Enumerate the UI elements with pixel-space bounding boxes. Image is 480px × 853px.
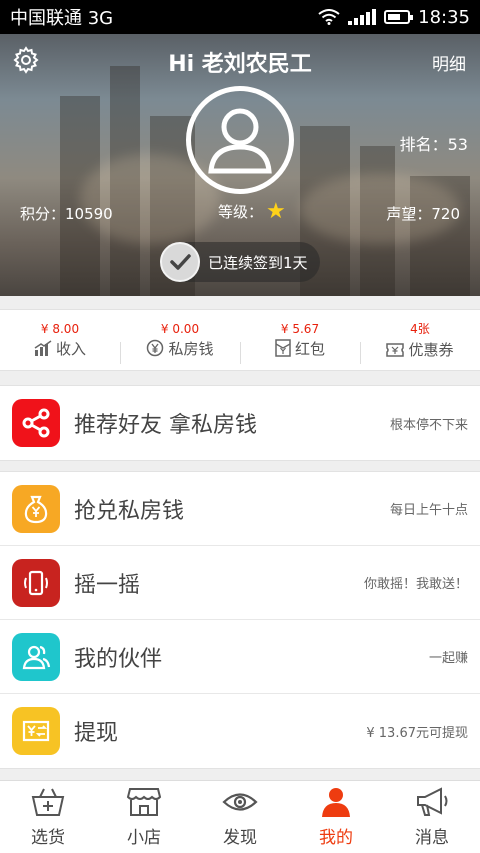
rank-text: 排名：53	[399, 135, 468, 154]
stats-row: ¥ 8.00 收入 ¥ 0.00 私房钱 ¥ 5.67 红包 4张 优惠券	[0, 309, 480, 371]
avatar[interactable]	[186, 86, 294, 194]
user-avatar-icon	[208, 108, 272, 174]
profile-header: Hi 老刘农民工 明细 排名：53 积分：10590 等级： ★ 声望：720 …	[0, 34, 480, 296]
list-item-withdraw[interactable]: 提现 ¥ 13.67元可提现	[0, 694, 480, 768]
points-text: 积分：10590	[20, 205, 113, 223]
checkmark-icon	[160, 242, 200, 282]
tab-discover[interactable]: 发现	[192, 781, 288, 853]
carrier-label: 中国联通 3G	[10, 8, 114, 29]
shop-icon	[126, 787, 162, 816]
item-note: 根本停不下来	[389, 417, 468, 433]
tab-label: 发现	[223, 827, 257, 848]
coupon-icon	[386, 342, 405, 357]
shake-phone-icon	[12, 558, 60, 607]
money-bag-icon	[12, 484, 60, 533]
item-label: 抢兑私房钱	[74, 498, 185, 524]
clock: 18:35	[418, 6, 470, 28]
item-note: 一起赚	[428, 651, 468, 666]
tab-label: 消息	[415, 827, 449, 848]
stat-value: ¥ 5.67	[280, 321, 320, 336]
list-item-invite[interactable]: 推荐好友 拿私房钱 根本停不下来	[0, 386, 480, 460]
item-note: ¥ 13.67元可提现	[366, 725, 468, 741]
chart-icon	[34, 340, 52, 356]
stat-label: 收入	[55, 339, 86, 358]
stat-income[interactable]: ¥ 8.00 收入	[0, 310, 120, 370]
basket-icon	[31, 788, 65, 816]
list-item-partners[interactable]: 我的伙伴 一起赚	[0, 620, 480, 694]
item-label: 我的伙伴	[74, 646, 163, 672]
item-note: 你敢摇！我敢送！	[363, 577, 468, 592]
stat-value: 4张	[410, 322, 430, 336]
stat-value: ¥ 0.00	[160, 321, 200, 336]
detail-link[interactable]: 明细	[432, 50, 466, 75]
signal-icon	[348, 9, 377, 25]
stat-coupon[interactable]: 4张 优惠券	[360, 310, 480, 370]
invite-section: 推荐好友 拿私房钱 根本停不下来	[0, 385, 480, 461]
level-text: 等级： ★	[218, 198, 286, 224]
battery-icon	[384, 10, 414, 24]
status-bar: 中国联通 3G 18:35	[0, 0, 480, 34]
eye-icon	[222, 792, 258, 811]
yen-circle-icon	[147, 339, 164, 357]
share-icon	[12, 399, 60, 447]
stat-pocket-money[interactable]: ¥ 0.00 私房钱	[120, 310, 240, 370]
fame-text: 声望：720	[386, 205, 460, 223]
checkin-label: 已连续签到1天	[208, 253, 308, 272]
stat-label: 优惠券	[408, 341, 454, 359]
tab-label: 我的	[319, 827, 353, 848]
bottom-tab-bar: 选货 小店 发现 我的 消息	[0, 780, 480, 853]
level-label: 等级：	[218, 203, 264, 221]
greeting-title: Hi 老刘农民工	[168, 52, 312, 77]
megaphone-icon	[417, 786, 448, 816]
star-icon: ★	[266, 198, 286, 224]
item-label: 提现	[74, 721, 119, 746]
tab-label: 小店	[127, 827, 161, 848]
tab-select-goods[interactable]: 选货	[0, 781, 96, 853]
partner-icon	[12, 632, 60, 681]
list-item-redeem[interactable]: 抢兑私房钱 每日上午十点	[0, 472, 480, 546]
item-label: 摇一摇	[74, 572, 141, 598]
item-note: 每日上午十点	[389, 503, 468, 518]
stat-red-packet[interactable]: ¥ 5.67 红包	[240, 310, 360, 370]
withdraw-icon	[12, 707, 60, 755]
tab-mine[interactable]: 我的	[288, 781, 384, 853]
tab-label: 选货	[31, 827, 65, 848]
tab-shop[interactable]: 小店	[96, 781, 192, 853]
tab-messages[interactable]: 消息	[384, 781, 480, 853]
checkin-badge[interactable]: 已连续签到1天	[160, 242, 320, 282]
menu-section: 抢兑私房钱 每日上午十点 摇一摇 你敢摇！我敢送！ 我的伙伴 一起赚 提现 ¥ …	[0, 471, 480, 769]
person-icon	[322, 787, 350, 817]
stat-label: 红包	[294, 339, 325, 358]
list-item-shake[interactable]: 摇一摇 你敢摇！我敢送！	[0, 546, 480, 620]
stat-value: ¥ 8.00	[40, 321, 80, 336]
wifi-icon	[318, 9, 340, 25]
red-packet-icon	[275, 339, 291, 357]
stat-label: 私房钱	[168, 339, 214, 358]
item-label: 推荐好友 拿私房钱	[74, 413, 257, 438]
